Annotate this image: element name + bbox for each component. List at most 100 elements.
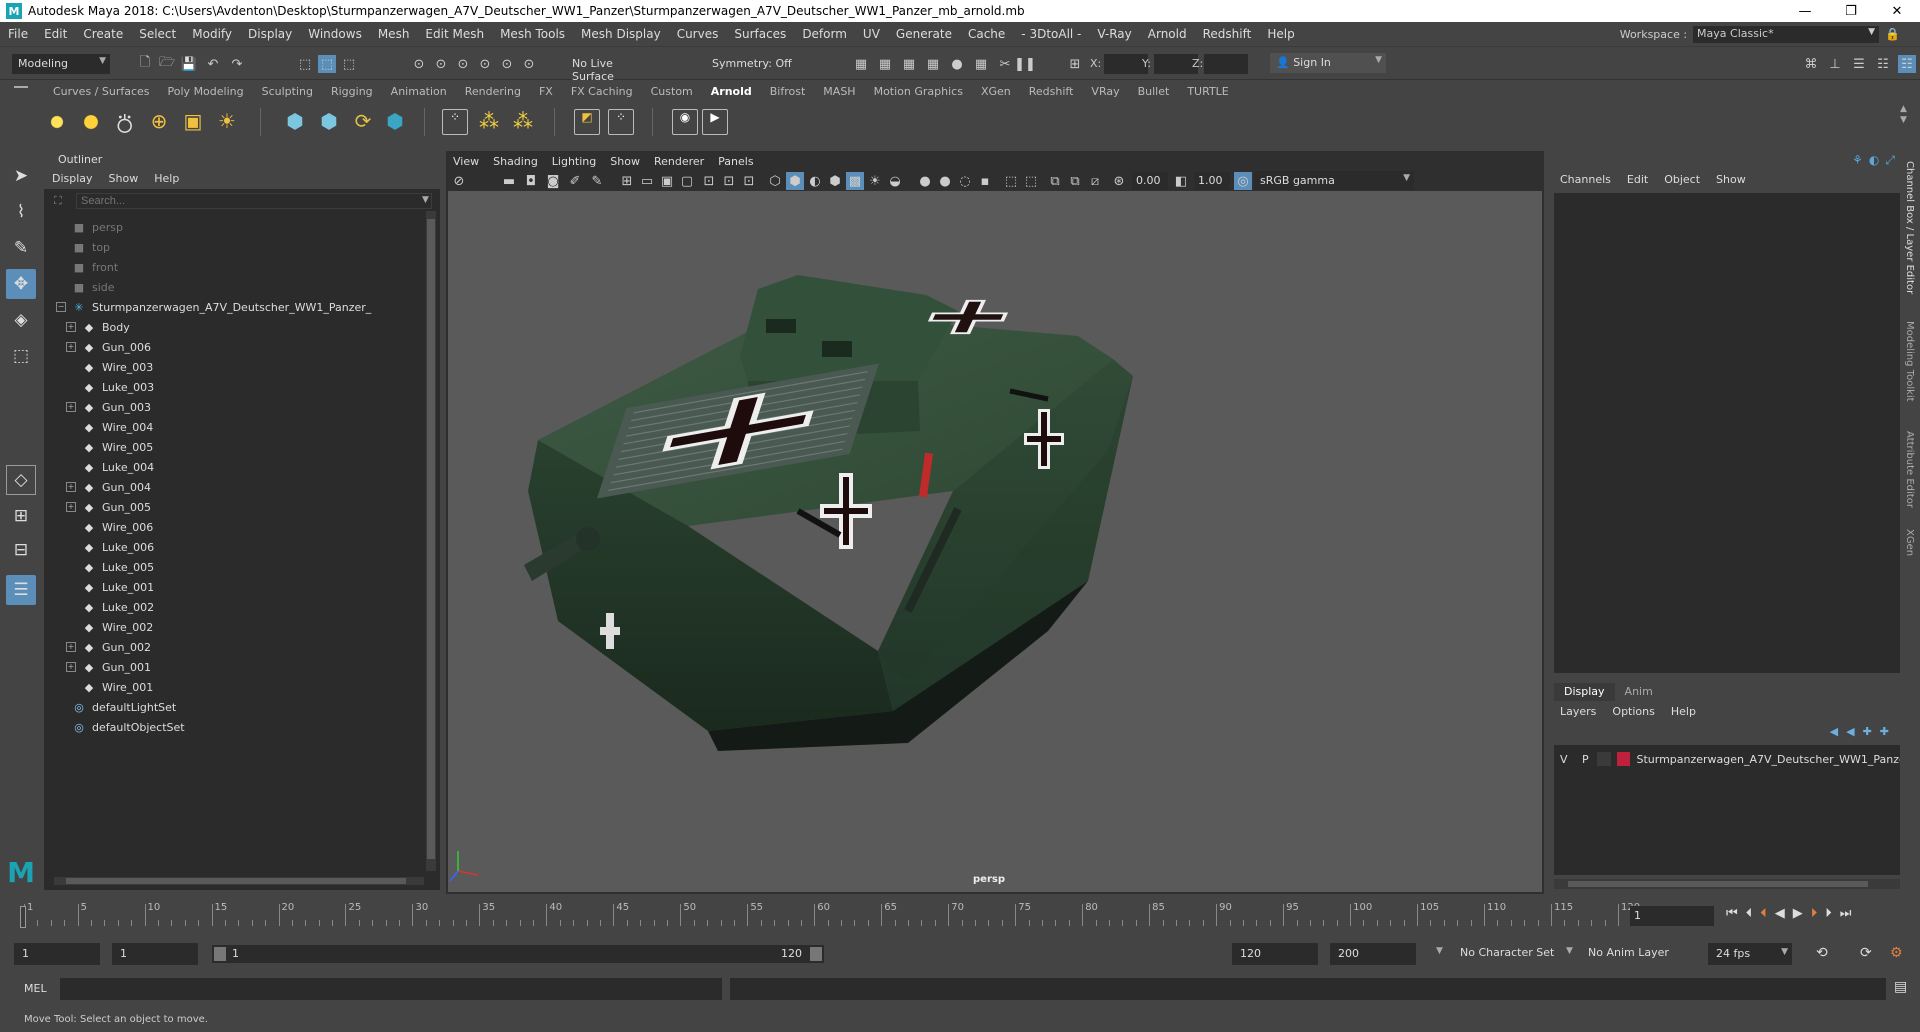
expand-icon[interactable]: + bbox=[66, 662, 76, 672]
snap-view-icon[interactable]: ⊙ bbox=[476, 55, 494, 73]
expand-icon[interactable]: + bbox=[66, 642, 76, 652]
resolution-gate-icon[interactable]: ▣ bbox=[658, 172, 676, 190]
lasso-tool-icon[interactable]: ⌇ bbox=[6, 197, 36, 227]
tx-manager-icon[interactable]: ⁂ bbox=[476, 109, 502, 135]
outliner-layout-icon[interactable]: ☰ bbox=[6, 575, 36, 605]
close-button[interactable]: ✕ bbox=[1874, 0, 1920, 22]
channel-box-toggle-icon[interactable]: ⚘ bbox=[1852, 153, 1863, 168]
outliner-item-camera[interactable]: ■ side bbox=[56, 277, 436, 297]
outliner-item-mesh[interactable]: ◆ Wire_002 bbox=[66, 617, 446, 637]
tab-anim[interactable]: Anim bbox=[1615, 683, 1663, 701]
wireframe-icon[interactable]: ⬡ bbox=[766, 172, 784, 190]
current-time-indicator[interactable] bbox=[20, 906, 26, 928]
object-menu[interactable]: Object bbox=[1656, 171, 1708, 188]
outliner-item-root[interactable]: − ✳ Sturmpanzerwagen_A7V_Deutscher_WW1_Pan… bbox=[56, 297, 436, 317]
expand-icon[interactable]: + bbox=[66, 342, 76, 352]
outliner-item-mesh[interactable]: + ◆ Gun_005 bbox=[66, 497, 446, 517]
filter-icon[interactable]: ⛶ bbox=[54, 194, 62, 208]
menu-file[interactable]: File bbox=[0, 27, 36, 41]
expand-icon[interactable]: + bbox=[66, 322, 76, 332]
outliner-item-mesh[interactable]: ◆ Luke_001 bbox=[66, 577, 446, 597]
step-back-icon[interactable]: ⏴ bbox=[1746, 906, 1753, 921]
viewport-3d[interactable]: persp bbox=[448, 191, 1542, 892]
outliner-item-camera[interactable]: ■ persp bbox=[56, 217, 436, 237]
tab-rigging[interactable]: Rigging bbox=[322, 82, 382, 102]
ipr-shelf-icon[interactable]: ⁘ bbox=[608, 109, 634, 135]
gamma-icon[interactable]: ◧ bbox=[1172, 172, 1190, 190]
playback-start-field[interactable]: 1 bbox=[112, 943, 198, 965]
flush-textures-icon[interactable]: ⁘ bbox=[442, 109, 468, 135]
menu-create[interactable]: Create bbox=[75, 27, 131, 41]
menu-redshift[interactable]: Redshift bbox=[1195, 27, 1260, 41]
outliner-item-mesh[interactable]: ◆ Wire_005 bbox=[66, 437, 446, 457]
tab-rendering[interactable]: Rendering bbox=[456, 82, 530, 102]
expand-icon[interactable]: + bbox=[66, 482, 76, 492]
new-scene-icon[interactable]: 🗋 bbox=[136, 55, 154, 73]
new-layer-icon[interactable]: ✚ bbox=[1863, 725, 1872, 738]
animation-prefs-icon[interactable]: ⚙ bbox=[1890, 945, 1903, 961]
step-forward-key-icon[interactable]: ⏵ bbox=[1811, 906, 1818, 921]
modeling-toolkit-icon[interactable]: ⌘ bbox=[1802, 55, 1820, 73]
transform-constraints-icon[interactable]: ⊞ bbox=[1066, 55, 1084, 73]
outliner-item-camera[interactable]: ■ top bbox=[56, 237, 436, 257]
undo-icon[interactable]: ↶ bbox=[204, 55, 222, 73]
side-tab-xgen[interactable]: XGen bbox=[1904, 529, 1915, 556]
tab-arnold[interactable]: Arnold bbox=[702, 82, 761, 102]
menu-windows[interactable]: Windows bbox=[300, 27, 370, 41]
float-panel-icon[interactable]: ⤢ bbox=[1885, 153, 1895, 168]
outliner-item-set[interactable]: ◎ defaultObjectSet bbox=[56, 717, 436, 737]
color-management-icon[interactable]: ◎ bbox=[1234, 172, 1252, 190]
volume-icon[interactable]: ⬢ bbox=[316, 109, 342, 135]
menu-display[interactable]: Display bbox=[240, 27, 300, 41]
layer-type-toggle[interactable] bbox=[1597, 752, 1611, 766]
snap-curve-icon[interactable]: ⊙ bbox=[432, 55, 450, 73]
menu-uv[interactable]: UV bbox=[855, 27, 888, 41]
tab-redshift[interactable]: Redshift bbox=[1020, 82, 1083, 102]
move-tool-icon[interactable]: ✥ bbox=[6, 269, 36, 299]
move-layer-down-icon[interactable]: ◀ bbox=[1846, 725, 1854, 738]
snap-surface-icon[interactable]: ⊙ bbox=[498, 55, 516, 73]
textured-icon[interactable]: ▩ bbox=[846, 172, 864, 190]
render-current-frame-icon[interactable]: ▦ bbox=[852, 55, 870, 73]
mode-dropdown[interactable]: Modeling ▼ bbox=[12, 54, 110, 74]
outliner-item-mesh[interactable]: ◆ Wire_004 bbox=[66, 417, 446, 437]
snap-live-icon[interactable]: ⊙ bbox=[520, 55, 538, 73]
tab-poly-modeling[interactable]: Poly Modeling bbox=[159, 82, 253, 102]
menu-edit-mesh[interactable]: Edit Mesh bbox=[417, 27, 492, 41]
mesh-light-icon[interactable] bbox=[78, 109, 104, 135]
outliner-item-camera[interactable]: ■ front bbox=[56, 257, 436, 277]
viewport-menu-show[interactable]: Show bbox=[603, 153, 647, 171]
outliner-item-mesh[interactable]: + ◆ Gun_002 bbox=[66, 637, 446, 657]
script-editor-icon[interactable]: ▤ bbox=[1894, 979, 1907, 995]
layer-hscrollbar[interactable] bbox=[1554, 879, 1900, 889]
menu-surfaces[interactable]: Surfaces bbox=[726, 27, 794, 41]
ambient-occlusion-icon[interactable]: ● bbox=[916, 172, 934, 190]
single-perspective-layout-icon[interactable]: ◇ bbox=[6, 465, 36, 495]
layer-playback-toggle[interactable]: P bbox=[1574, 753, 1597, 766]
outliner-item-mesh[interactable]: ◆ Wire_003 bbox=[66, 357, 446, 377]
menu-generate[interactable]: Generate bbox=[888, 27, 960, 41]
menu-cache[interactable]: Cache bbox=[960, 27, 1013, 41]
xray-components-icon[interactable]: ⧉ bbox=[1066, 172, 1084, 190]
outliner-item-mesh[interactable]: + ◆ Gun_006 bbox=[66, 337, 446, 357]
pause-icon[interactable]: ❚❚ bbox=[1014, 55, 1036, 73]
character-set-dropdown[interactable]: No Character Set bbox=[1460, 946, 1554, 959]
outliner-menu-show[interactable]: Show bbox=[101, 169, 147, 189]
outliner-menu-display[interactable]: Display bbox=[44, 169, 101, 189]
channel-box-area[interactable] bbox=[1554, 193, 1900, 673]
z-field[interactable] bbox=[1204, 54, 1248, 74]
play-backward-icon[interactable]: ◀ bbox=[1775, 906, 1785, 921]
layer-editor-toggle-icon[interactable]: ◐ bbox=[1869, 153, 1879, 168]
save-scene-icon[interactable]: 💾 bbox=[180, 55, 198, 73]
outliner-item-mesh[interactable]: + ◆ Gun_001 bbox=[66, 657, 446, 677]
hypershade-icon[interactable]: ▦ bbox=[924, 55, 942, 73]
current-frame-field[interactable]: 1 bbox=[1630, 906, 1714, 926]
physical-sky-icon[interactable]: ☀ bbox=[214, 109, 240, 135]
outliner-item-mesh[interactable]: + ◆ Gun_004 bbox=[66, 477, 446, 497]
rotate-tool-icon[interactable]: ◈ bbox=[6, 305, 36, 335]
gamma-field[interactable]: 1.00 bbox=[1194, 172, 1230, 190]
viewport-menu-view[interactable]: View bbox=[446, 153, 486, 171]
render-sequence-icon[interactable]: ✂ bbox=[996, 55, 1014, 73]
motion-blur-icon[interactable]: ● bbox=[936, 172, 954, 190]
side-tab-modeling-toolkit[interactable]: Modeling Toolkit bbox=[1904, 321, 1915, 402]
